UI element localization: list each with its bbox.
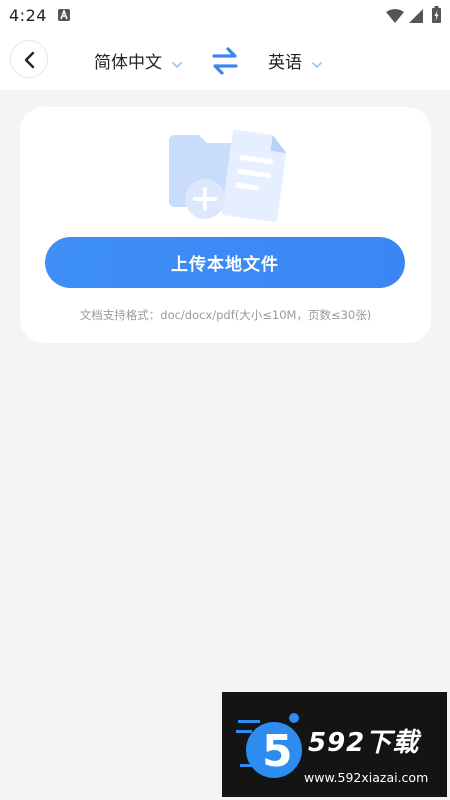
target-language-select[interactable]: 英语 [268, 48, 323, 74]
signal-icon [409, 8, 423, 27]
chevron-down-icon [172, 53, 183, 73]
source-language-select[interactable]: 简体中文 [94, 48, 183, 74]
watermark-5-logo-icon: 5 [236, 713, 302, 778]
chevron-left-icon [24, 51, 35, 69]
battery-charging-icon [432, 6, 441, 27]
watermark-url: www.592xiazai.com [304, 770, 429, 785]
swap-arrows-icon [212, 47, 238, 75]
svg-text:5: 5 [262, 726, 293, 777]
status-time: 4:24 [9, 6, 47, 25]
format-hint: 文档支持格式：doc/docx/pdf(大小≤10M，页数≤30张) [79, 308, 372, 322]
top-bar: 简体中文 英语 [0, 34, 450, 90]
wifi-icon [386, 8, 404, 27]
a-app-icon [58, 9, 70, 21]
target-language-label: 英语 [268, 53, 302, 73]
status-bar: 4:24 [0, 0, 450, 34]
upload-local-file-button[interactable]: 上传本地文件 [45, 237, 405, 288]
translate-document-screen: 4:24 简体中文 英语 上传本地文件 文档支持格式：doc/docx/pdf(… [0, 0, 450, 800]
watermark-brand: 592下载 [308, 728, 420, 758]
chevron-down-icon [312, 53, 323, 73]
back-button[interactable] [10, 40, 48, 78]
watermark-logo: 5 592下载 www.592xiazai.com [222, 692, 447, 797]
swap-languages-button[interactable] [208, 44, 242, 78]
upload-card: 上传本地文件 文档支持格式：doc/docx/pdf(大小≤10M，页数≤30张… [20, 107, 431, 343]
source-language-label: 简体中文 [94, 53, 162, 73]
document-folder-add-icon [163, 123, 288, 232]
